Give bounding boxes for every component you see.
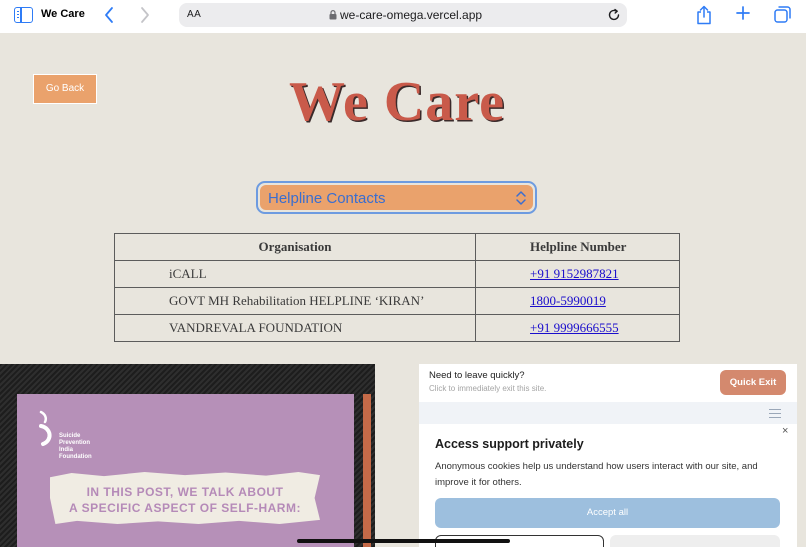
organisation-cell: GOVT MH Rehabilitation HELPLINE ‘KIRAN’ bbox=[114, 287, 476, 315]
quick-exit-button[interactable]: Quick Exit bbox=[720, 370, 786, 395]
organisation-cell: iCALL bbox=[114, 260, 476, 288]
widget-menu-strip bbox=[419, 402, 797, 424]
table-header-row: Organisation Helpline Number bbox=[114, 233, 680, 261]
forward-icon[interactable] bbox=[139, 6, 151, 24]
helpline-table: Organisation Helpline Number iCALL +91 9… bbox=[114, 233, 680, 342]
tabs-overview-icon[interactable] bbox=[774, 6, 791, 23]
cookie-title: Access support privately bbox=[435, 437, 584, 451]
table-row: GOVT MH Rehabilitation HELPLINE ‘KIRAN’ … bbox=[114, 287, 680, 315]
post-card: Suicide Prevention India Foundation IN T… bbox=[17, 394, 354, 547]
table-row: iCALL +91 9152987821 bbox=[114, 260, 680, 288]
helpline-select-box[interactable]: Helpline Contacts bbox=[260, 185, 533, 210]
phone-link[interactable]: +91 9152987821 bbox=[530, 266, 619, 281]
column-header-helpline-number: Helpline Number bbox=[475, 233, 680, 261]
text-size-button[interactable]: AA bbox=[187, 9, 201, 20]
quick-exit-subtitle: Click to immediately exit this site. bbox=[429, 384, 547, 393]
phone-link[interactable]: +91 9999666555 bbox=[530, 320, 619, 335]
reload-icon[interactable] bbox=[607, 8, 621, 22]
column-header-organisation: Organisation bbox=[114, 233, 476, 261]
cookie-tertiary-button[interactable] bbox=[610, 535, 780, 547]
sidebar-toggle-icon[interactable] bbox=[14, 7, 33, 23]
number-cell: +91 9999666555 bbox=[475, 314, 680, 342]
tab-title: We Care bbox=[41, 8, 85, 20]
address-bar[interactable]: AA we-care-omega.vercel.app bbox=[179, 3, 627, 27]
lock-icon bbox=[329, 10, 337, 20]
close-icon[interactable]: × bbox=[782, 425, 788, 437]
cookie-body: Anonymous cookies help us understand how… bbox=[435, 461, 758, 488]
menu-icon[interactable] bbox=[769, 409, 781, 420]
select-value: Helpline Contacts bbox=[268, 190, 386, 207]
post-caption: IN THIS POST, WE TALK ABOUT A SPECIFIC A… bbox=[69, 485, 301, 515]
organisation-cell: VANDREVALA FOUNDATION bbox=[114, 314, 476, 342]
next-card-edge bbox=[363, 394, 371, 547]
quick-exit-bar: Need to leave quickly? Click to immediat… bbox=[419, 364, 797, 402]
browser-toolbar: We Care AA we-care-omega.vercel.app bbox=[0, 0, 806, 33]
quick-exit-title: Need to leave quickly? bbox=[429, 370, 525, 381]
number-cell: 1800-5990019 bbox=[475, 287, 680, 315]
spif-logo-text: Suicide Prevention India Foundation bbox=[59, 433, 92, 460]
chevron-updown-icon bbox=[516, 191, 526, 205]
accept-all-button[interactable]: Accept all bbox=[435, 498, 780, 528]
post-image: Suicide Prevention India Foundation IN T… bbox=[0, 364, 375, 547]
phone-link[interactable]: 1800-5990019 bbox=[530, 293, 606, 308]
back-icon[interactable] bbox=[103, 6, 115, 24]
cookie-consent-panel: × Access support privately Anonymous coo… bbox=[419, 424, 797, 547]
url-text: we-care-omega.vercel.app bbox=[340, 8, 483, 22]
table-row: VANDREVALA FOUNDATION +91 9999666555 bbox=[114, 314, 680, 342]
number-cell: +91 9152987821 bbox=[475, 260, 680, 288]
home-indicator[interactable] bbox=[297, 539, 510, 543]
new-tab-icon[interactable] bbox=[735, 5, 751, 21]
page-title: We Care bbox=[289, 71, 505, 133]
share-icon[interactable] bbox=[696, 5, 712, 25]
helpline-select[interactable]: Helpline Contacts bbox=[256, 181, 537, 214]
